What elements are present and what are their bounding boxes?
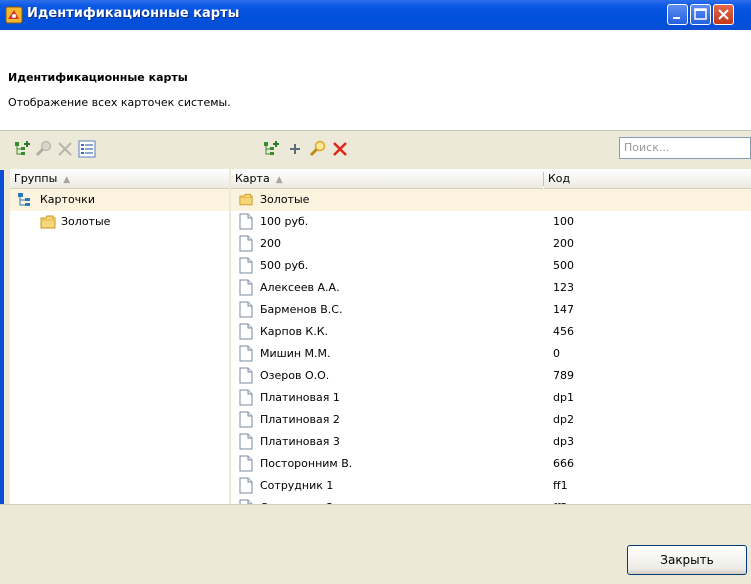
- table-row[interactable]: Карпов К.К. 456: [231, 321, 751, 343]
- maximize-icon: [694, 8, 707, 20]
- close-window-button[interactable]: [713, 4, 734, 25]
- document-icon: [239, 345, 253, 362]
- table-row[interactable]: 500 руб. 500: [231, 255, 751, 277]
- card-name: Платиновая 1: [260, 391, 340, 404]
- minimize-button[interactable]: [667, 4, 688, 25]
- document-icon: [239, 455, 253, 472]
- card-code: 456: [553, 325, 574, 338]
- search-icon[interactable]: [35, 140, 53, 158]
- close-button[interactable]: Закрыть: [627, 545, 747, 575]
- delete-icon[interactable]: [56, 140, 74, 158]
- document-icon: [239, 477, 253, 494]
- header-title: Идентификационные карты: [8, 71, 188, 84]
- document-icon: [239, 213, 253, 230]
- card-name: Платиновая 3: [260, 435, 340, 448]
- card-code: ff1: [553, 479, 568, 492]
- window-title: Идентификационные карты: [27, 6, 240, 21]
- card-name: Карпов К.К.: [260, 325, 329, 338]
- card-code: 789: [553, 369, 574, 382]
- document-icon: [239, 367, 253, 384]
- table-row[interactable]: Алексеев А.А. 123: [231, 277, 751, 299]
- card-name: 500 руб.: [260, 259, 309, 272]
- card-column-label: Карта: [235, 172, 270, 185]
- add-tree-icon[interactable]: [263, 140, 281, 158]
- card-code: dp1: [553, 391, 574, 404]
- card-code: 147: [553, 303, 574, 316]
- document-icon: [239, 433, 253, 450]
- table-row[interactable]: 200 200: [231, 233, 751, 255]
- card-code: 666: [553, 457, 574, 470]
- groups-column-label: Группы: [14, 172, 58, 185]
- document-icon: [239, 257, 253, 274]
- document-icon: [239, 235, 253, 252]
- card-code: 200: [553, 237, 574, 250]
- document-icon: [239, 323, 253, 340]
- table-row[interactable]: Озеров О.О. 789: [231, 365, 751, 387]
- document-icon: [239, 279, 253, 296]
- groups-column-header[interactable]: Группы ▲: [10, 169, 229, 189]
- group-item-label: Карточки: [40, 193, 95, 206]
- search-input[interactable]: Поиск...: [619, 137, 751, 159]
- close-icon: [718, 9, 729, 20]
- document-icon: [239, 389, 253, 406]
- card-name: 200: [260, 237, 281, 250]
- window: Идентификационные карты Идентификационны…: [0, 0, 751, 584]
- card-name: Алексеев А.А.: [260, 281, 340, 294]
- card-code: 100: [553, 215, 574, 228]
- table-row[interactable]: Сотрудник 1 ff1: [231, 475, 751, 497]
- card-name: Озеров О.О.: [260, 369, 330, 382]
- group-item-gold[interactable]: Золотые: [10, 211, 229, 233]
- minimize-icon: [673, 17, 680, 19]
- table-row[interactable]: Платиновая 1 dp1: [231, 387, 751, 409]
- delete-icon[interactable]: [331, 140, 349, 158]
- search-icon[interactable]: [309, 140, 327, 158]
- properties-icon[interactable]: [78, 140, 96, 158]
- tree-icon: [18, 193, 30, 206]
- group-item-cards[interactable]: Карточки: [10, 189, 229, 211]
- card-name: Золотые: [260, 193, 310, 206]
- sort-ascending-icon: ▲: [63, 175, 71, 185]
- card-code: 123: [553, 281, 574, 294]
- card-code: 500: [553, 259, 574, 272]
- card-column-header[interactable]: Карта ▲: [231, 169, 543, 189]
- title-bar[interactable]: Идентификационные карты: [0, 0, 751, 30]
- card-name: Сотрудник 1: [260, 479, 334, 492]
- table-row[interactable]: Посторонним В. 666: [231, 453, 751, 475]
- card-name: 100 руб.: [260, 215, 309, 228]
- card-code: dp2: [553, 413, 574, 426]
- card-name: Посторонним В.: [260, 457, 353, 470]
- groups-panel: Группы ▲ Карточки Золотые: [10, 169, 229, 504]
- cards-panel: Карта ▲ Код Золотые 100 руб. 100 200 200 500 р…: [231, 169, 751, 516]
- code-column-header[interactable]: Код: [544, 169, 751, 189]
- table-row[interactable]: Платиновая 3 dp3: [231, 431, 751, 453]
- header-description: Отображение всех карточек системы.: [8, 96, 231, 109]
- table-row[interactable]: Мишин М.М. 0: [231, 343, 751, 365]
- add-group-icon[interactable]: [14, 140, 32, 158]
- card-code: 0: [553, 347, 560, 360]
- table-row[interactable]: 100 руб. 100: [231, 211, 751, 233]
- group-item-label: Золотые: [61, 215, 111, 228]
- card-name: Платиновая 2: [260, 413, 340, 426]
- folder-icon: [239, 193, 253, 206]
- folder-icon: [40, 215, 56, 229]
- maximize-button[interactable]: [690, 4, 711, 25]
- table-row[interactable]: Платиновая 2 dp2: [231, 409, 751, 431]
- app-icon: [5, 6, 23, 24]
- table-row[interactable]: Золотые: [231, 189, 751, 211]
- dialog-header: Идентификационные карты Отображение всех…: [0, 30, 751, 130]
- code-column-label: Код: [548, 172, 571, 185]
- card-name: Барменов В.С.: [260, 303, 343, 316]
- sort-ascending-icon: ▲: [275, 175, 283, 185]
- card-name: Мишин М.М.: [260, 347, 331, 360]
- document-icon: [239, 301, 253, 318]
- table-row[interactable]: Барменов В.С. 147: [231, 299, 751, 321]
- plus-icon[interactable]: [286, 140, 304, 158]
- document-icon: [239, 411, 253, 428]
- card-code: dp3: [553, 435, 574, 448]
